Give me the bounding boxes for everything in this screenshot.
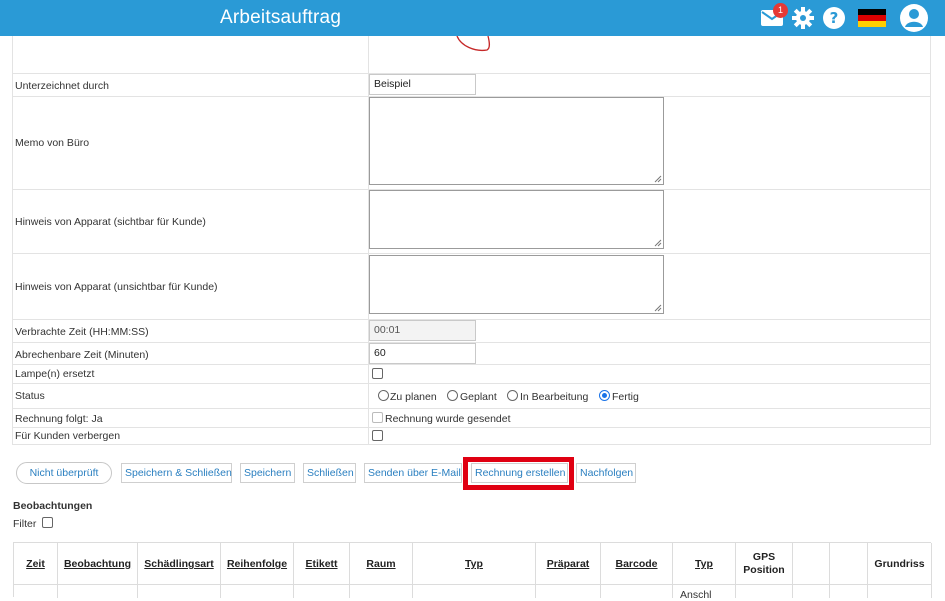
lamp-replaced-label: Lampe(n) ersetzt bbox=[15, 368, 95, 380]
help-icon[interactable]: ? bbox=[822, 6, 846, 33]
invoice-sent-label: Rechnung wurde gesendet bbox=[385, 413, 511, 425]
svg-text:?: ? bbox=[830, 9, 839, 27]
signed-by-input[interactable]: Beispiel bbox=[369, 74, 476, 95]
billable-time-input[interactable]: 60 bbox=[369, 343, 476, 364]
not-checked-button[interactable]: Nicht überprüft bbox=[16, 462, 112, 484]
column-reihenfolge[interactable]: Reihenfolge bbox=[221, 543, 294, 598]
observations-title: Beobachtungen bbox=[13, 500, 93, 512]
signed-by-label: Unterzeichnet durch bbox=[15, 80, 109, 92]
column-grundriss: Grundriss bbox=[868, 543, 932, 598]
memo-label: Memo von Büro bbox=[15, 137, 90, 149]
signature-drawing bbox=[456, 36, 491, 52]
column-etikett[interactable]: Etikett bbox=[294, 543, 350, 598]
invoice-sent-checkbox bbox=[372, 412, 383, 423]
note-hidden-row: Hinweis von Apparat (unsichtbar für Kund… bbox=[12, 254, 931, 320]
close-button[interactable]: Schließen bbox=[303, 463, 356, 483]
filter-control: Filter bbox=[13, 516, 54, 530]
column-raum[interactable]: Raum bbox=[350, 543, 413, 598]
german-flag-icon[interactable] bbox=[858, 9, 886, 30]
observations-table-header: Zeit Beobachtung Schädlingsart Reihenfol… bbox=[13, 542, 932, 598]
column-zeit[interactable]: Zeit bbox=[14, 543, 58, 598]
column-schaedlingsart[interactable]: Schädlingsart bbox=[138, 543, 221, 598]
note-visible-textarea[interactable] bbox=[369, 190, 664, 249]
status-option-label: Fertig bbox=[612, 391, 639, 403]
column-typ[interactable]: Typ bbox=[413, 543, 536, 598]
status-option-label: In Bearbeitung bbox=[520, 391, 589, 403]
signed-by-row: Unterzeichnet durch Beispiel bbox=[12, 74, 931, 97]
resize-grip-icon[interactable] bbox=[654, 304, 662, 312]
gps-label-line2: Position bbox=[743, 564, 785, 576]
time-spent-row: Verbrachte Zeit (HH:MM:SS) 00:01 bbox=[12, 320, 931, 343]
signature-row bbox=[12, 36, 931, 74]
memo-textarea[interactable] bbox=[369, 97, 664, 185]
column-praeparat[interactable]: Präparat bbox=[536, 543, 601, 598]
status-radio-zu-planen[interactable] bbox=[378, 390, 389, 401]
gps-label-line1: GPS bbox=[752, 551, 776, 563]
status-label: Status bbox=[15, 390, 45, 402]
gear-icon[interactable] bbox=[791, 6, 815, 33]
user-avatar-icon[interactable] bbox=[899, 3, 929, 36]
lamp-replaced-checkbox[interactable] bbox=[372, 368, 383, 379]
note-hidden-label: Hinweis von Apparat (unsichtbar für Kund… bbox=[15, 281, 218, 293]
send-email-button[interactable]: Senden über E-Mail bbox=[364, 463, 462, 483]
column-beobachtung[interactable]: Beobachtung bbox=[58, 543, 138, 598]
invoice-follows-row: Rechnung folgt: Ja Rechnung wurde gesend… bbox=[12, 409, 931, 428]
resize-grip-icon[interactable] bbox=[654, 175, 662, 183]
time-spent-label: Verbrachte Zeit (HH:MM:SS) bbox=[15, 326, 149, 338]
resize-grip-icon[interactable] bbox=[654, 239, 662, 247]
highlight-box bbox=[463, 457, 574, 490]
filter-checkbox[interactable] bbox=[42, 517, 54, 528]
top-bar: Arbeitsauftrag 1 ? bbox=[0, 0, 945, 36]
column-blank-2 bbox=[830, 543, 868, 598]
note-visible-row: Hinweis von Apparat (sichtbar für Kunde) bbox=[12, 190, 931, 254]
save-and-close-button[interactable]: Speichern & Schließen bbox=[121, 463, 232, 483]
lamp-replaced-row: Lampe(n) ersetzt bbox=[12, 365, 931, 384]
save-button[interactable]: Speichern bbox=[240, 463, 295, 483]
column-gps-position: GPS Position bbox=[736, 543, 793, 598]
status-option-label: Geplant bbox=[460, 391, 497, 403]
hide-from-customer-checkbox[interactable] bbox=[372, 430, 383, 441]
follow-up-button[interactable]: Nachfolgen bbox=[576, 463, 636, 483]
note-visible-label: Hinweis von Apparat (sichtbar für Kunde) bbox=[15, 216, 206, 228]
column-barcode[interactable]: Barcode bbox=[601, 543, 673, 598]
billable-time-row: Abrechenbare Zeit (Minuten) 60 bbox=[12, 343, 931, 365]
invoice-follows-label: Rechnung folgt: Ja bbox=[15, 413, 103, 425]
status-radio-in-bearbeitung[interactable] bbox=[507, 390, 518, 401]
status-radio-geplant[interactable] bbox=[447, 390, 458, 401]
column-blank-1 bbox=[793, 543, 830, 598]
billable-time-label: Abrechenbare Zeit (Minuten) bbox=[15, 349, 149, 361]
hide-from-customer-label: Für Kunden verbergen bbox=[15, 430, 121, 442]
status-row: Status Zu planen Geplant In Bearbeitung … bbox=[12, 384, 931, 409]
status-option-label: Zu planen bbox=[390, 391, 437, 403]
page-title: Arbeitsauftrag bbox=[220, 7, 342, 28]
status-radio-fertig[interactable] bbox=[599, 390, 610, 401]
table-row-cell-peek: Anschl bbox=[680, 589, 712, 601]
note-hidden-textarea[interactable] bbox=[369, 255, 664, 314]
table-row-divider bbox=[13, 584, 931, 585]
filter-label: Filter bbox=[13, 518, 37, 530]
time-spent-input: 00:01 bbox=[369, 320, 476, 341]
mail-count-badge: 1 bbox=[773, 3, 788, 18]
hide-from-customer-row: Für Kunden verbergen bbox=[12, 428, 931, 445]
memo-row: Memo von Büro bbox=[12, 97, 931, 190]
